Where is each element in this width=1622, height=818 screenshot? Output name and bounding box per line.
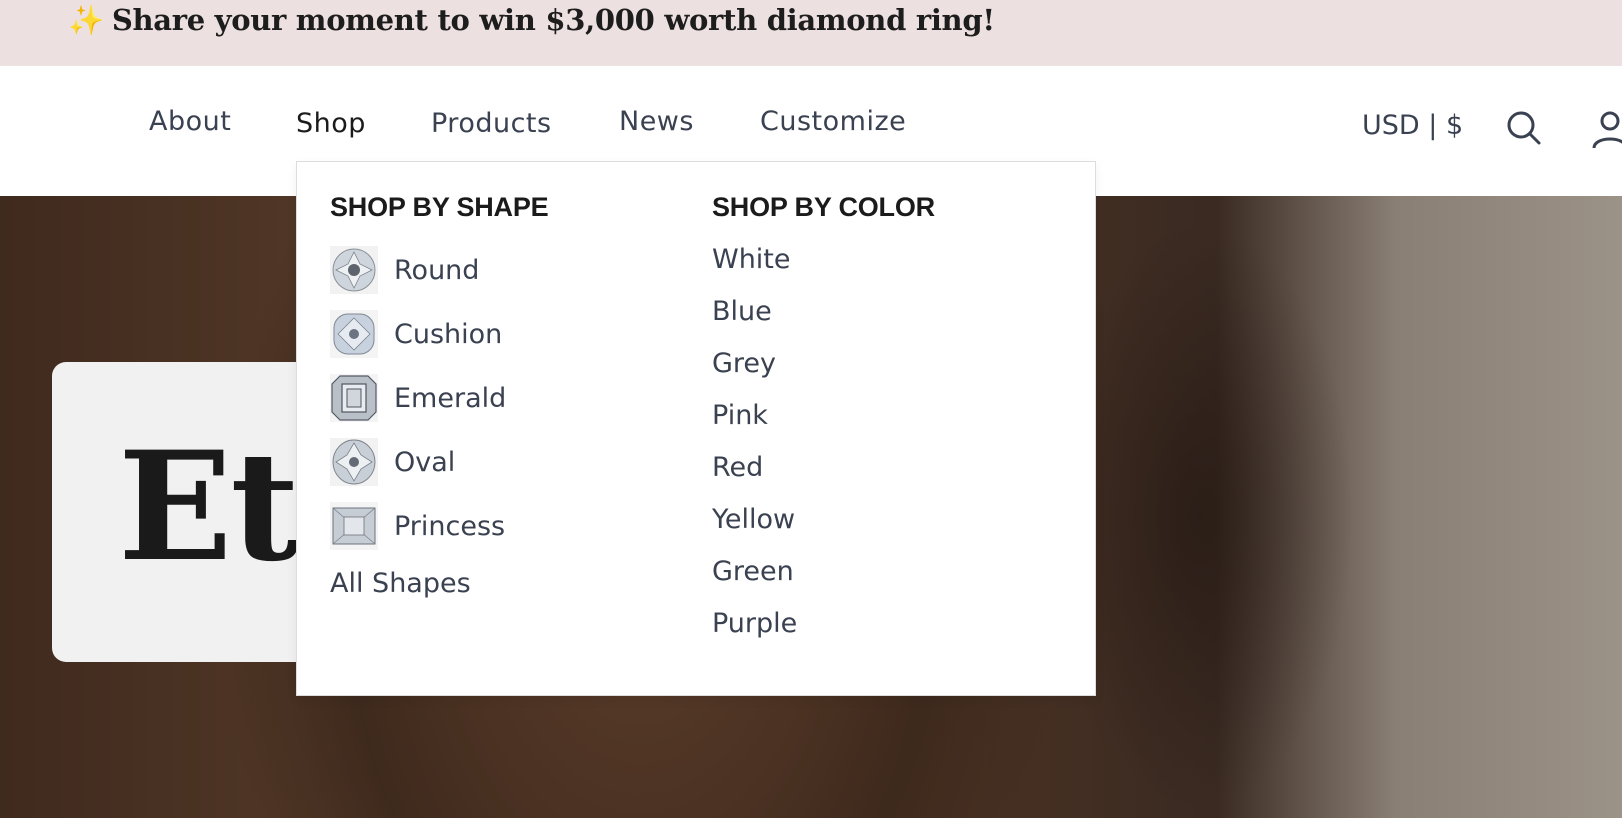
princess-diamond-icon — [330, 502, 378, 550]
nav-news[interactable]: News — [619, 106, 694, 137]
shop-by-shape-heading: SHOP BY SHAPE — [330, 192, 549, 222]
all-shapes-link[interactable]: All Shapes — [330, 568, 471, 599]
nav-products[interactable]: Products — [431, 108, 552, 139]
color-item-red[interactable]: Red — [712, 452, 763, 483]
shape-item-princess[interactable]: Princess — [330, 502, 505, 550]
color-item-purple[interactable]: Purple — [712, 608, 797, 639]
shape-item-oval[interactable]: Oval — [330, 438, 455, 486]
announcement-text: Share your moment to win $3,000 worth di… — [111, 3, 995, 37]
announcement-bar: ✨ Share your moment to win $3,000 worth d… — [0, 0, 1622, 66]
color-item-pink[interactable]: Pink — [712, 400, 768, 431]
shape-label-round: Round — [394, 254, 480, 286]
shape-item-round[interactable]: Round — [330, 246, 479, 294]
nav-shop[interactable]: Shop — [296, 108, 366, 139]
oval-diamond-icon — [330, 438, 378, 486]
currency-selector[interactable]: USD | $ — [1362, 110, 1463, 141]
color-item-grey[interactable]: Grey — [712, 348, 776, 379]
color-item-white[interactable]: White — [712, 244, 791, 275]
cushion-diamond-icon — [330, 310, 378, 358]
shape-item-emerald[interactable]: Emerald — [330, 374, 506, 422]
hero-image — [1080, 196, 1500, 818]
search-icon[interactable] — [1506, 110, 1542, 146]
account-icon[interactable] — [1590, 110, 1622, 150]
shop-dropdown-menu: SHOP BY SHAPE Round Cushion Emerald Oval… — [296, 161, 1096, 696]
shape-label-cushion: Cushion — [394, 318, 503, 350]
color-item-blue[interactable]: Blue — [712, 296, 772, 327]
emerald-diamond-icon — [330, 374, 378, 422]
shape-label-princess: Princess — [394, 510, 506, 542]
announcement-text-row: ✨ Share your moment to win $3,000 worth d… — [68, 0, 995, 40]
color-item-green[interactable]: Green — [712, 556, 794, 587]
shape-item-cushion[interactable]: Cushion — [330, 310, 502, 358]
nav-about[interactable]: About — [149, 106, 231, 137]
shop-by-color-heading: SHOP BY COLOR — [712, 192, 935, 222]
shape-label-oval: Oval — [394, 446, 456, 478]
shape-label-emerald: Emerald — [394, 382, 507, 414]
sparkles-icon: ✨ — [68, 3, 104, 37]
nav-customize[interactable]: Customize — [760, 106, 906, 137]
round-diamond-icon — [330, 246, 378, 294]
color-item-yellow[interactable]: Yellow — [712, 504, 795, 535]
